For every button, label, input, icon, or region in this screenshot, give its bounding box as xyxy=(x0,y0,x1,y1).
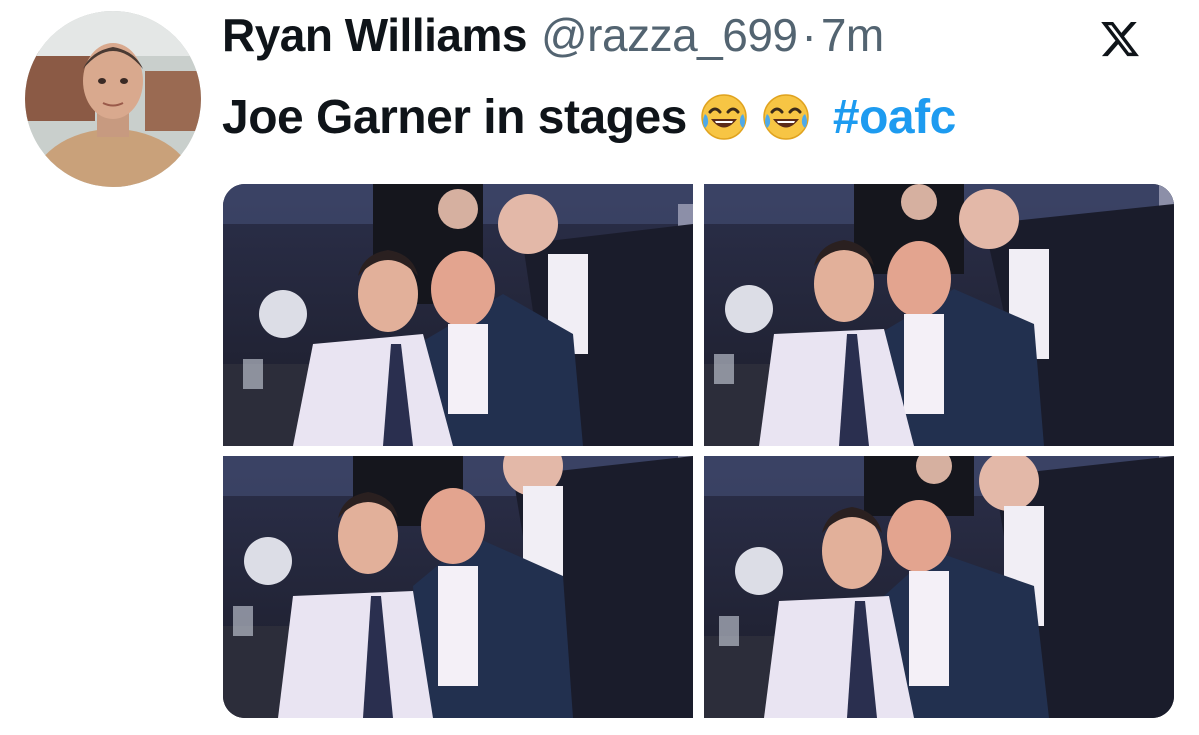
timestamp[interactable]: 7m xyxy=(821,8,884,62)
tears-of-joy-emoji-icon xyxy=(699,92,749,142)
x-logo-icon[interactable] xyxy=(1098,18,1142,60)
user-handle[interactable]: @razza_699 xyxy=(541,8,798,62)
photo-2[interactable] xyxy=(704,184,1174,446)
photo-image xyxy=(704,456,1174,718)
tweet-text: Joe Garner in stages #oafc xyxy=(222,84,956,150)
tweet-text-content: Joe Garner in stages xyxy=(222,90,687,144)
display-name[interactable]: Ryan Williams xyxy=(222,8,527,62)
media-grid xyxy=(223,184,1174,718)
tweet-header: Ryan Williams @razza_699 · 7m xyxy=(222,8,884,68)
photo-image xyxy=(223,456,693,718)
hashtag-link[interactable]: #oafc xyxy=(833,90,956,145)
tears-of-joy-emoji-icon xyxy=(761,92,811,142)
photo-image xyxy=(704,184,1174,446)
separator-dot: · xyxy=(801,9,817,61)
avatar[interactable] xyxy=(25,11,201,187)
photo-1[interactable] xyxy=(223,184,693,446)
photo-3[interactable] xyxy=(223,456,693,718)
avatar-image xyxy=(25,11,201,187)
photo-image xyxy=(223,184,693,446)
tweet-card: Ryan Williams @razza_699 · 7m Joe Garner… xyxy=(0,0,1199,735)
photo-4[interactable] xyxy=(704,456,1174,718)
